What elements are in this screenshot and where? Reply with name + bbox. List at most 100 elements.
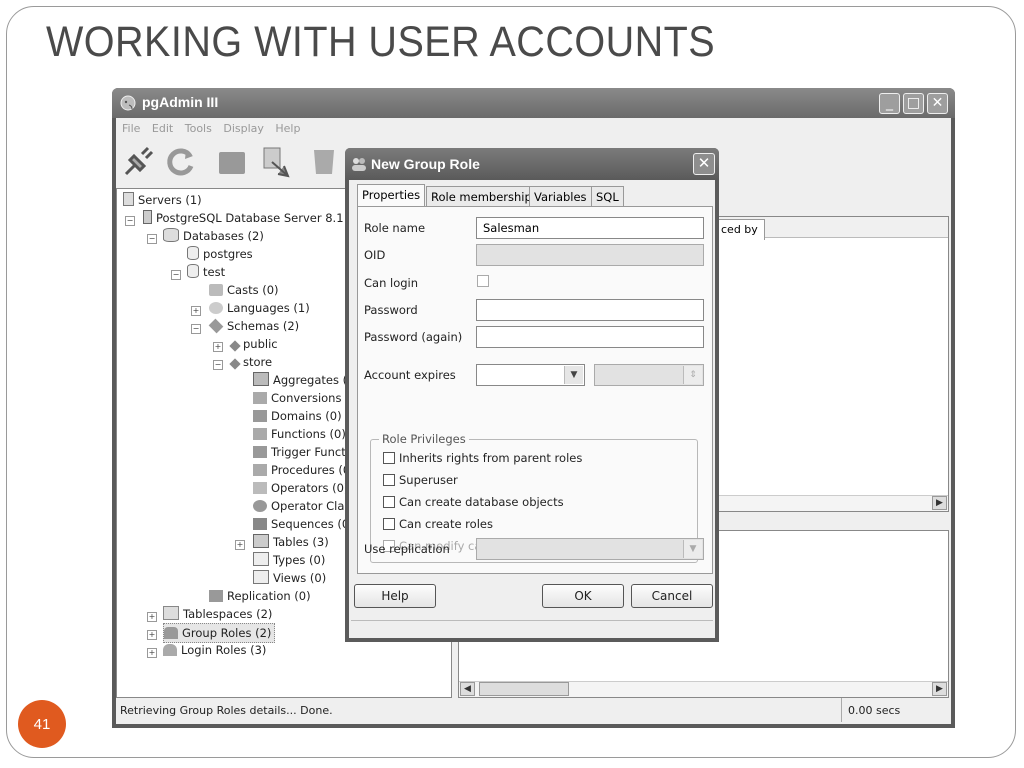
use-replication-select: ▼ (476, 538, 704, 560)
tree-db-test[interactable]: test (187, 263, 225, 281)
tab-variables[interactable]: Variables (529, 186, 592, 207)
chevron-down-icon[interactable]: ▼ (564, 366, 583, 384)
elephant-icon (120, 95, 136, 111)
cancel-button[interactable]: Cancel (631, 584, 713, 608)
tree-collapse-toggle[interactable]: − (191, 324, 201, 334)
tree-label: store (243, 355, 273, 369)
tree-server[interactable]: PostgreSQL Database Server 8.1 (143, 209, 344, 227)
tree-tablespaces[interactable]: Tablespaces (2) (163, 605, 272, 623)
superuser-checkbox[interactable] (383, 474, 395, 486)
tree-views[interactable]: Views (0) (253, 569, 326, 587)
procedures-icon (253, 464, 267, 476)
create-roles-label: Can create roles (399, 517, 493, 531)
tree-expand-toggle[interactable]: + (191, 306, 201, 316)
help-button[interactable]: Help (354, 584, 436, 608)
tree-types[interactable]: Types (0) (253, 551, 325, 569)
horizontal-scrollbar[interactable]: ◀ ▶ (459, 681, 948, 697)
scroll-left-icon[interactable]: ◀ (460, 682, 475, 696)
tree-expand-toggle[interactable]: + (147, 612, 157, 622)
role-name-input[interactable]: Salesman (476, 217, 704, 239)
group-roles-icon (164, 627, 178, 639)
tab-role-membership[interactable]: Role membership (426, 186, 537, 207)
inherits-checkbox[interactable] (383, 452, 395, 464)
tree-db-postgres[interactable]: postgres (187, 245, 253, 263)
menu-bar: File Edit Tools Display Help (116, 118, 951, 140)
tables-icon (253, 534, 269, 548)
tree-databases[interactable]: Databases (2) (163, 227, 264, 245)
tree-collapse-toggle[interactable]: − (171, 270, 181, 280)
tab-sql[interactable]: SQL (591, 186, 624, 207)
tree-collapse-toggle[interactable]: − (213, 360, 223, 370)
menu-edit[interactable]: Edit (152, 122, 173, 135)
properties-panel: Role name Salesman OID Can login Passwor… (357, 206, 713, 574)
window-titlebar[interactable]: pgAdmin III _ □ ✕ (112, 88, 955, 118)
tree-servers[interactable]: Servers (1) (123, 191, 202, 209)
password-again-label: Password (again) (364, 330, 463, 344)
tree-casts[interactable]: Casts (0) (209, 281, 279, 299)
dialog-titlebar[interactable]: New Group Role ✕ (345, 148, 719, 180)
can-login-checkbox[interactable] (477, 275, 489, 287)
trigger-functions-icon (253, 446, 267, 458)
aggregates-icon (253, 372, 269, 386)
tree-schemas[interactable]: Schemas (2) (208, 317, 299, 335)
account-expires-time-spinner: ⇕ (594, 364, 704, 386)
maximize-button[interactable]: □ (903, 93, 924, 114)
menu-tools[interactable]: Tools (185, 122, 212, 135)
types-icon (253, 552, 269, 566)
server-icon (143, 210, 152, 224)
scroll-right-icon[interactable]: ▶ (932, 496, 947, 510)
tree-functions[interactable]: Functions (0) (253, 425, 346, 443)
tree-languages[interactable]: Languages (1) (209, 299, 310, 317)
create-object-icon[interactable] (258, 144, 294, 180)
tree-login-roles[interactable]: Login Roles (3) (163, 641, 266, 659)
account-expires-date-picker[interactable]: ▼ (476, 364, 585, 386)
tree-tables[interactable]: Tables (3) (253, 533, 329, 551)
conversions-icon (253, 392, 267, 404)
tree-label: Tablespaces (2) (183, 607, 273, 621)
tab-referenced-by[interactable]: ced by (714, 219, 765, 240)
tree-label: Databases (2) (183, 229, 264, 243)
close-window-button[interactable]: ✕ (927, 93, 948, 114)
database-icon (187, 264, 199, 278)
replication-icon (209, 590, 223, 602)
menu-display[interactable]: Display (223, 122, 264, 135)
dialog-close-button[interactable]: ✕ (693, 153, 715, 175)
create-roles-checkbox[interactable] (383, 518, 395, 530)
tree-schema-public[interactable]: public (229, 335, 278, 353)
menu-help[interactable]: Help (275, 122, 300, 135)
window-title: pgAdmin III (142, 94, 219, 110)
properties-icon[interactable] (214, 144, 250, 180)
tree-aggregates[interactable]: Aggregates (0) (253, 371, 359, 389)
tree-expand-toggle[interactable]: + (147, 648, 157, 658)
tree-expand-toggle[interactable]: + (213, 342, 223, 352)
tree-label: Operators (0) (271, 481, 349, 495)
tree-label: Sequences (0) (271, 517, 354, 531)
functions-icon (253, 428, 267, 440)
password-again-input[interactable] (476, 326, 704, 348)
tree-schema-store[interactable]: store (229, 353, 273, 371)
refresh-icon[interactable] (162, 144, 198, 180)
tree-operators[interactable]: Operators (0) (253, 479, 348, 497)
oid-label: OID (364, 248, 386, 262)
menu-file[interactable]: File (122, 122, 140, 135)
tree-group-roles[interactable]: Group Roles (2) (163, 623, 276, 643)
scroll-thumb[interactable] (479, 682, 569, 696)
scroll-right-icon[interactable]: ▶ (932, 682, 947, 696)
password-input[interactable] (476, 299, 704, 321)
tab-properties[interactable]: Properties (357, 184, 426, 208)
tree-expand-toggle[interactable]: + (147, 630, 157, 640)
sequences-icon (253, 518, 267, 530)
tree-replication[interactable]: Replication (0) (209, 587, 311, 605)
connect-plug-icon[interactable] (120, 144, 156, 180)
tree-collapse-toggle[interactable]: − (147, 234, 157, 244)
create-db-checkbox[interactable] (383, 496, 395, 508)
ok-button[interactable]: OK (542, 584, 624, 608)
role-privileges-title: Role Privileges (379, 432, 469, 446)
drop-object-icon[interactable] (306, 144, 342, 180)
tree-collapse-toggle[interactable]: − (125, 216, 135, 226)
minimize-button[interactable]: _ (879, 93, 900, 114)
tree-domains[interactable]: Domains (0) (253, 407, 342, 425)
tree-expand-toggle[interactable]: + (235, 540, 245, 550)
tree-procedures[interactable]: Procedures (0) (253, 461, 355, 479)
tree-sequences[interactable]: Sequences (0) (253, 515, 354, 533)
